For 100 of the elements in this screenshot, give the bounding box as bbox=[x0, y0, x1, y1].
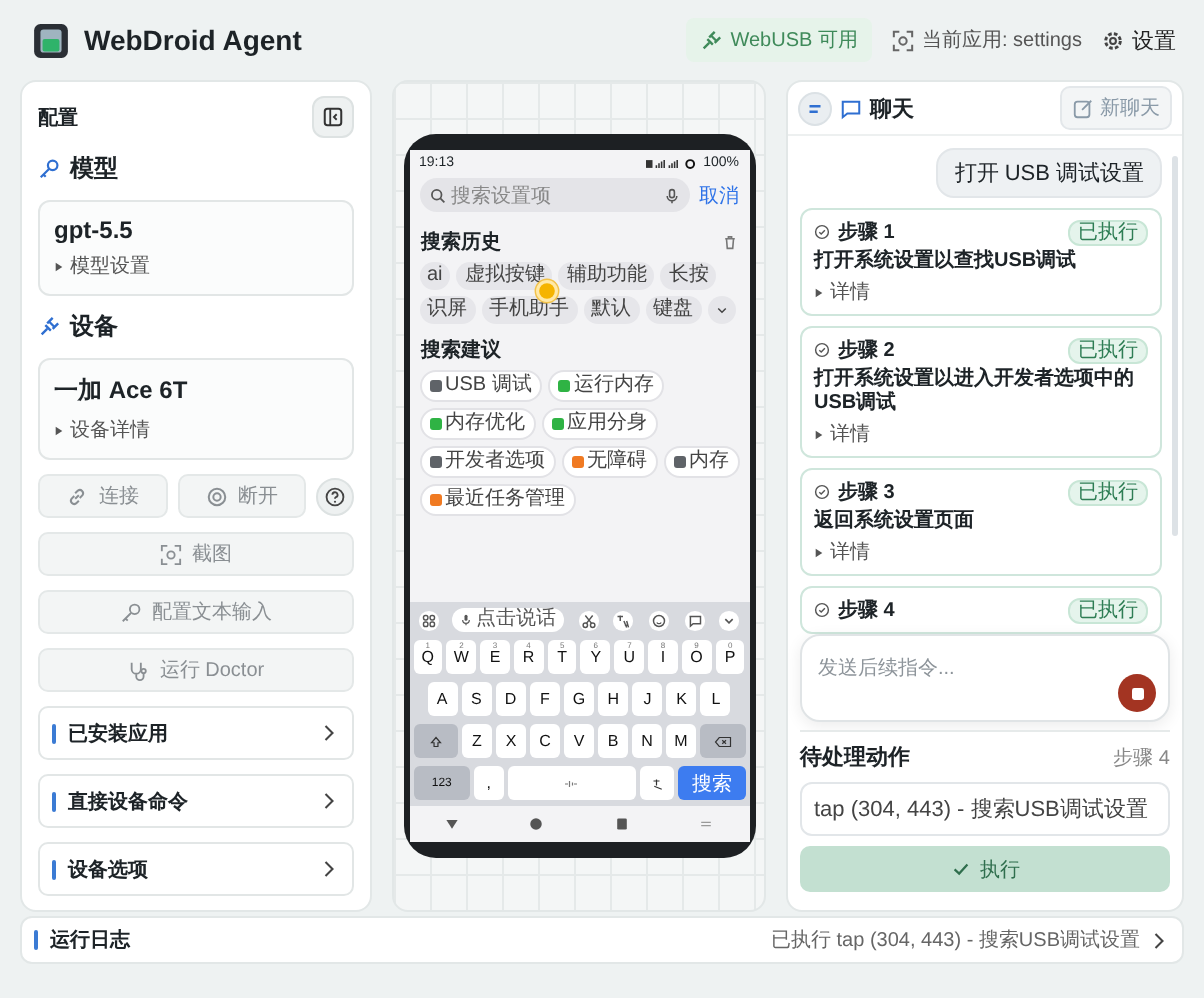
suggestion-chip[interactable]: 开发者选项 bbox=[419, 446, 555, 478]
section-heading: 设备 bbox=[70, 310, 118, 344]
back-nav-icon[interactable] bbox=[443, 816, 460, 832]
step-label: 步骤 4 bbox=[1113, 745, 1170, 771]
app-title: WebDroid Agent bbox=[84, 24, 302, 56]
suggestion-chip[interactable]: 运行内存 bbox=[547, 370, 664, 402]
check-circle-icon bbox=[814, 602, 830, 618]
suggestion-chip[interactable]: 内存优化 bbox=[419, 408, 535, 440]
keyboard-key[interactable]: M bbox=[666, 724, 696, 758]
details-toggle[interactable]: 详情 bbox=[814, 538, 870, 566]
keyboard-key[interactable]: C bbox=[530, 724, 560, 758]
collapsible-section[interactable]: 已安装应用 bbox=[38, 706, 354, 760]
current-app-label: 当前应用: settings bbox=[891, 26, 1082, 54]
backspace-icon bbox=[713, 735, 732, 747]
history-chip[interactable]: 长按 bbox=[660, 262, 717, 290]
details-toggle[interactable]: 详情 bbox=[814, 278, 870, 306]
keyboard-key[interactable]: H bbox=[598, 682, 629, 716]
microphone-icon bbox=[460, 614, 473, 626]
keyboard-key[interactable]: J bbox=[632, 682, 663, 716]
scissors-icon[interactable] bbox=[577, 609, 600, 631]
cancel-link[interactable]: 取消 bbox=[699, 181, 739, 209]
help-icon bbox=[324, 485, 346, 507]
message-icon[interactable] bbox=[683, 609, 706, 631]
history-chip[interactable]: 辅助功能 bbox=[558, 262, 655, 290]
pending-action-title: 待处理动作 bbox=[800, 743, 910, 772]
history-heading: 搜索历史 bbox=[421, 229, 501, 256]
chat-title: 聊天 bbox=[870, 95, 916, 123]
keyboard-hide-icon[interactable] bbox=[698, 816, 715, 832]
link-icon bbox=[66, 485, 89, 507]
history-chip[interactable]: 默认 bbox=[583, 296, 639, 324]
step-title: 步骤 3 bbox=[838, 479, 897, 506]
collapsible-section[interactable]: 设备选项 bbox=[38, 842, 354, 896]
menu-button[interactable] bbox=[798, 91, 832, 125]
suggestion-chip[interactable]: 应用分身 bbox=[541, 408, 657, 440]
history-chip[interactable]: ai bbox=[419, 262, 451, 290]
disclosure-triangle-icon bbox=[54, 261, 64, 271]
keyboard-key[interactable]: V bbox=[564, 724, 594, 758]
usb-status-badge: WebUSB 可用 bbox=[686, 18, 872, 62]
device-name: 一加 Ace 6T bbox=[54, 374, 190, 408]
collapse-keyboard-icon[interactable] bbox=[718, 609, 741, 631]
suggestion-chip[interactable]: 无障碍 bbox=[561, 446, 657, 478]
help-button[interactable] bbox=[316, 477, 354, 515]
ring-icon bbox=[205, 485, 228, 507]
comma-key[interactable]: , bbox=[474, 766, 504, 800]
shift-key[interactable] bbox=[413, 724, 458, 758]
step-title: 步骤 2 bbox=[838, 337, 897, 364]
apps-icon[interactable] bbox=[417, 609, 439, 631]
model-settings-toggle[interactable]: 模型设置 bbox=[54, 252, 150, 280]
step-title: 步骤 1 bbox=[838, 219, 897, 246]
target-icon bbox=[891, 29, 914, 51]
history-chip[interactable]: 虚拟按键 bbox=[456, 262, 553, 290]
keyboard-key[interactable]: B bbox=[598, 724, 628, 758]
trash-icon[interactable] bbox=[721, 234, 737, 250]
keyboard-key[interactable]: S bbox=[461, 682, 492, 716]
check-circle-icon bbox=[814, 342, 830, 358]
voice-input-button[interactable]: 点击说话 bbox=[452, 608, 565, 632]
status-badge: 已执行 bbox=[1068, 219, 1148, 245]
run-log-bar[interactable]: 运行日志 已执行 tap (304, 443) - 搜索USB调试设置 bbox=[20, 916, 1184, 964]
scrollbar[interactable] bbox=[1172, 156, 1178, 536]
keyboard-key[interactable]: D bbox=[495, 682, 526, 716]
search-key[interactable]: 搜索 bbox=[678, 766, 745, 800]
log-title: 运行日志 bbox=[50, 927, 133, 954]
emoji-icon[interactable] bbox=[648, 609, 671, 631]
stop-button[interactable] bbox=[1118, 674, 1156, 712]
suggestions-heading: 搜索建议 bbox=[421, 337, 501, 364]
keyboard-key[interactable]: K bbox=[666, 682, 697, 716]
keyboard-key[interactable]: G bbox=[563, 682, 595, 716]
suggestion-chip[interactable]: 内存 bbox=[663, 446, 739, 478]
step-description: 打开系统设置以查找USB调试 bbox=[814, 250, 1079, 274]
details-toggle[interactable]: 详情 bbox=[814, 420, 870, 448]
key-icon bbox=[120, 601, 142, 623]
keyboard-key[interactable]: X bbox=[496, 724, 526, 758]
collapse-panel-button[interactable] bbox=[312, 96, 354, 138]
plug-icon bbox=[38, 316, 60, 338]
microphone-icon bbox=[663, 187, 679, 203]
home-nav-icon[interactable] bbox=[528, 816, 545, 832]
keyboard-key[interactable]: N bbox=[632, 724, 662, 758]
keyboard-key[interactable]: Z bbox=[462, 724, 492, 758]
collapsible-section[interactable]: 直接设备命令 bbox=[38, 774, 354, 828]
backspace-key[interactable] bbox=[700, 724, 745, 758]
disclosure-triangle-icon bbox=[54, 425, 64, 435]
suggestion-chip[interactable]: 最近任务管理 bbox=[419, 484, 575, 516]
check-icon bbox=[950, 858, 972, 880]
stop-icon bbox=[1129, 685, 1145, 701]
keyboard-key[interactable]: A bbox=[427, 682, 458, 716]
last-log-entry: 已执行 tap (304, 443) - 搜索USB调试设置 bbox=[771, 927, 1140, 954]
history-chip[interactable]: 识屏 bbox=[419, 296, 475, 324]
check-circle-icon bbox=[814, 484, 830, 500]
device-details-toggle[interactable]: 设备详情 bbox=[54, 416, 150, 444]
keyboard-key[interactable]: F bbox=[529, 682, 560, 716]
sidebar-toggle-icon bbox=[322, 106, 344, 128]
panel-title: 配置 bbox=[38, 105, 78, 131]
status-badge: 已执行 bbox=[1068, 597, 1148, 623]
keyboard-key[interactable]: L bbox=[700, 682, 731, 716]
recents-nav-icon[interactable] bbox=[613, 816, 630, 832]
chat-icon bbox=[840, 97, 862, 119]
history-chip[interactable]: 键盘 bbox=[645, 296, 701, 324]
suggestion-chip[interactable]: USB 调试 bbox=[419, 370, 542, 402]
chevron-down-icon bbox=[715, 304, 727, 316]
settings-button[interactable]: 设置 bbox=[1102, 25, 1176, 55]
